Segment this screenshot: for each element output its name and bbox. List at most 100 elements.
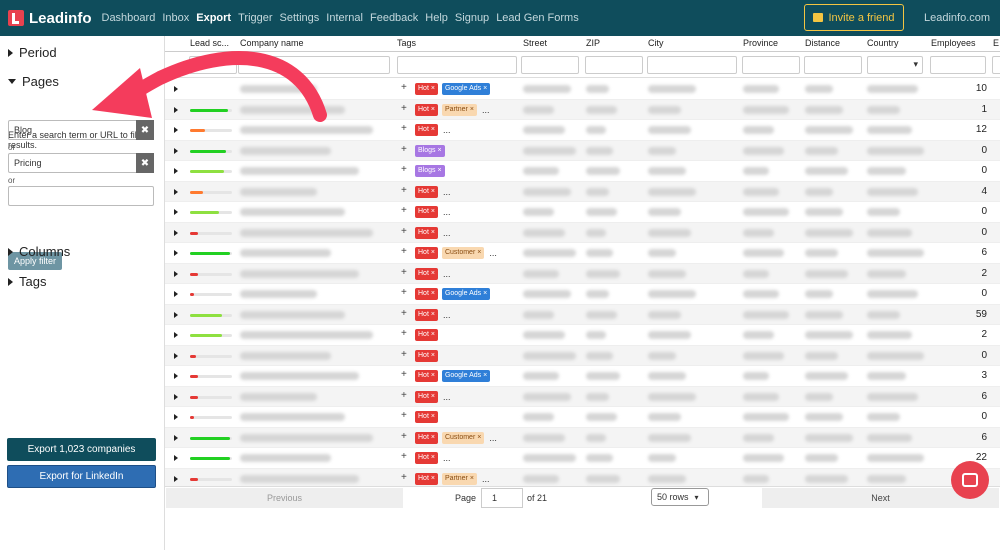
table-row[interactable]: + Hot × 2	[165, 325, 1000, 346]
expand-row-icon[interactable]	[174, 127, 178, 133]
add-tag-icon[interactable]: +	[401, 369, 407, 380]
pages-section-toggle[interactable]: Pages	[8, 74, 59, 89]
column-filter-input[interactable]	[521, 56, 579, 74]
tag-blogs[interactable]: Blogs ×	[415, 144, 445, 157]
table-row[interactable]: + Hot ×... 0	[165, 202, 1000, 223]
table-row[interactable]: + Blogs × 0	[165, 161, 1000, 182]
expand-row-icon[interactable]	[174, 147, 178, 154]
expand-row-icon[interactable]	[174, 291, 178, 297]
more-tags-icon[interactable]: ...	[443, 187, 451, 197]
tag-hot[interactable]: Hot ×	[415, 329, 438, 341]
expand-row-icon[interactable]	[174, 188, 178, 195]
tag-customer[interactable]: Customer ×	[441, 431, 485, 444]
nav-link-internal[interactable]: Internal	[326, 12, 363, 24]
column-filter-input[interactable]	[992, 56, 1000, 74]
tag-hot[interactable]: Hot ×	[415, 206, 438, 218]
add-tag-icon[interactable]: +	[401, 267, 407, 278]
tag-hot[interactable]: Hot ×	[415, 226, 438, 239]
table-row[interactable]: + Hot ×... 59	[165, 304, 1000, 325]
column-header-8[interactable]: Country	[867, 38, 929, 48]
expand-row-icon[interactable]	[174, 168, 178, 174]
table-row[interactable]: + Hot × Customer ×... 6	[165, 243, 1000, 264]
expand-row-icon[interactable]	[174, 229, 178, 236]
leadinfo-logo[interactable]: Leadinfo	[8, 10, 92, 27]
expand-row-icon[interactable]	[174, 332, 178, 338]
more-tags-icon[interactable]: ...	[443, 453, 451, 463]
table-row[interactable]: + Hot ×... 4	[165, 181, 1000, 202]
nav-link-dashboard[interactable]: Dashboard	[102, 12, 156, 24]
table-row[interactable]: +Hot ×Partner ×...1	[165, 468, 1000, 486]
column-filter-input[interactable]	[804, 56, 862, 74]
tag-google[interactable]: Google Ads ×	[441, 370, 491, 382]
table-row[interactable]: + Hot × 0	[165, 407, 1000, 428]
expand-row-icon[interactable]	[174, 106, 178, 113]
table-row[interactable]: + Hot ×... 2	[165, 263, 1000, 284]
expand-row-icon[interactable]	[174, 352, 178, 359]
tag-hot[interactable]: Hot ×	[415, 472, 438, 485]
table-row[interactable]: + Hot × 0	[165, 345, 1000, 366]
tag-partner[interactable]: Partner ×	[441, 472, 477, 485]
add-tag-icon[interactable]: +	[401, 82, 407, 93]
expand-row-icon[interactable]	[174, 455, 178, 461]
tag-customer[interactable]: Customer ×	[441, 247, 485, 259]
nav-link-help[interactable]: Help	[425, 12, 448, 24]
add-tag-icon[interactable]: +	[401, 144, 407, 155]
add-tag-icon[interactable]: +	[401, 328, 407, 339]
tag-hot[interactable]: Hot ×	[415, 124, 438, 136]
table-row[interactable]: + Hot ×... 22	[165, 448, 1000, 469]
nav-link-lead-gen-forms[interactable]: Lead Gen Forms	[496, 12, 579, 24]
tags-section-toggle[interactable]: Tags	[8, 274, 46, 289]
add-tag-icon[interactable]: +	[401, 451, 407, 462]
column-header-1[interactable]: Company name	[240, 38, 390, 48]
table-row[interactable]: +Hot ×Partner ×...1	[165, 99, 1000, 120]
tag-hot[interactable]: Hot ×	[415, 308, 438, 321]
table-row[interactable]: + Hot ×... 12	[165, 120, 1000, 141]
more-tags-icon[interactable]: ...	[482, 474, 490, 484]
account-domain[interactable]: Leadinfo.com	[924, 12, 990, 24]
more-tags-icon[interactable]: ...	[443, 310, 451, 320]
table-row[interactable]: + Hot ×... 6	[165, 386, 1000, 407]
column-filter-input[interactable]	[930, 56, 986, 74]
add-tag-icon[interactable]: +	[401, 123, 407, 134]
expand-row-icon[interactable]	[174, 475, 178, 482]
column-header-10[interactable]: E	[993, 38, 1000, 48]
export-companies-button[interactable]: Export 1,023 companies	[7, 438, 156, 461]
column-header-5[interactable]: City	[648, 38, 738, 48]
column-header-3[interactable]: Street	[523, 38, 583, 48]
tag-hot[interactable]: Hot ×	[415, 288, 438, 300]
nav-link-settings[interactable]: Settings	[280, 12, 320, 24]
add-tag-icon[interactable]: +	[401, 390, 407, 401]
more-tags-icon[interactable]: ...	[489, 248, 497, 258]
table-row[interactable]: + Hot × Google Ads × 10	[165, 79, 1000, 100]
tag-hot[interactable]: Hot ×	[415, 349, 438, 362]
add-tag-icon[interactable]: +	[401, 185, 407, 196]
more-tags-icon[interactable]: ...	[443, 228, 451, 238]
column-filter-input[interactable]	[397, 56, 517, 74]
columns-section-toggle[interactable]: Columns	[8, 244, 70, 259]
column-header-6[interactable]: Province	[743, 38, 803, 48]
page-filter-input-2[interactable]: Pricing ✖	[8, 153, 154, 173]
period-section-toggle[interactable]: Period	[8, 45, 57, 60]
tag-hot[interactable]: Hot ×	[415, 411, 438, 423]
page-filter-input-1[interactable]: Blog ✖	[8, 120, 154, 140]
column-header-9[interactable]: Employees	[931, 38, 991, 48]
column-filter-input[interactable]	[742, 56, 800, 74]
more-tags-icon[interactable]: ...	[443, 269, 451, 279]
table-row[interactable]: + Blogs × 0	[165, 140, 1000, 161]
chat-launcher-button[interactable]	[951, 461, 989, 499]
table-row[interactable]: + Hot ×... 0	[165, 222, 1000, 243]
add-tag-icon[interactable]: +	[401, 205, 407, 216]
more-tags-icon[interactable]: ...	[443, 392, 451, 402]
expand-row-icon[interactable]	[174, 373, 178, 379]
table-row[interactable]: + Hot × Google Ads × 3	[165, 366, 1000, 387]
add-tag-icon[interactable]: +	[401, 308, 407, 319]
remove-filter-icon[interactable]: ✖	[136, 120, 154, 140]
nav-link-inbox[interactable]: Inbox	[162, 12, 189, 24]
tag-hot[interactable]: Hot ×	[415, 431, 438, 444]
page-number-input[interactable]: 1	[481, 488, 523, 508]
expand-row-icon[interactable]	[174, 393, 178, 400]
nav-link-export[interactable]: Export	[196, 12, 231, 24]
tag-hot[interactable]: Hot ×	[415, 267, 438, 280]
add-tag-icon[interactable]: +	[401, 431, 407, 442]
expand-row-icon[interactable]	[174, 209, 178, 215]
